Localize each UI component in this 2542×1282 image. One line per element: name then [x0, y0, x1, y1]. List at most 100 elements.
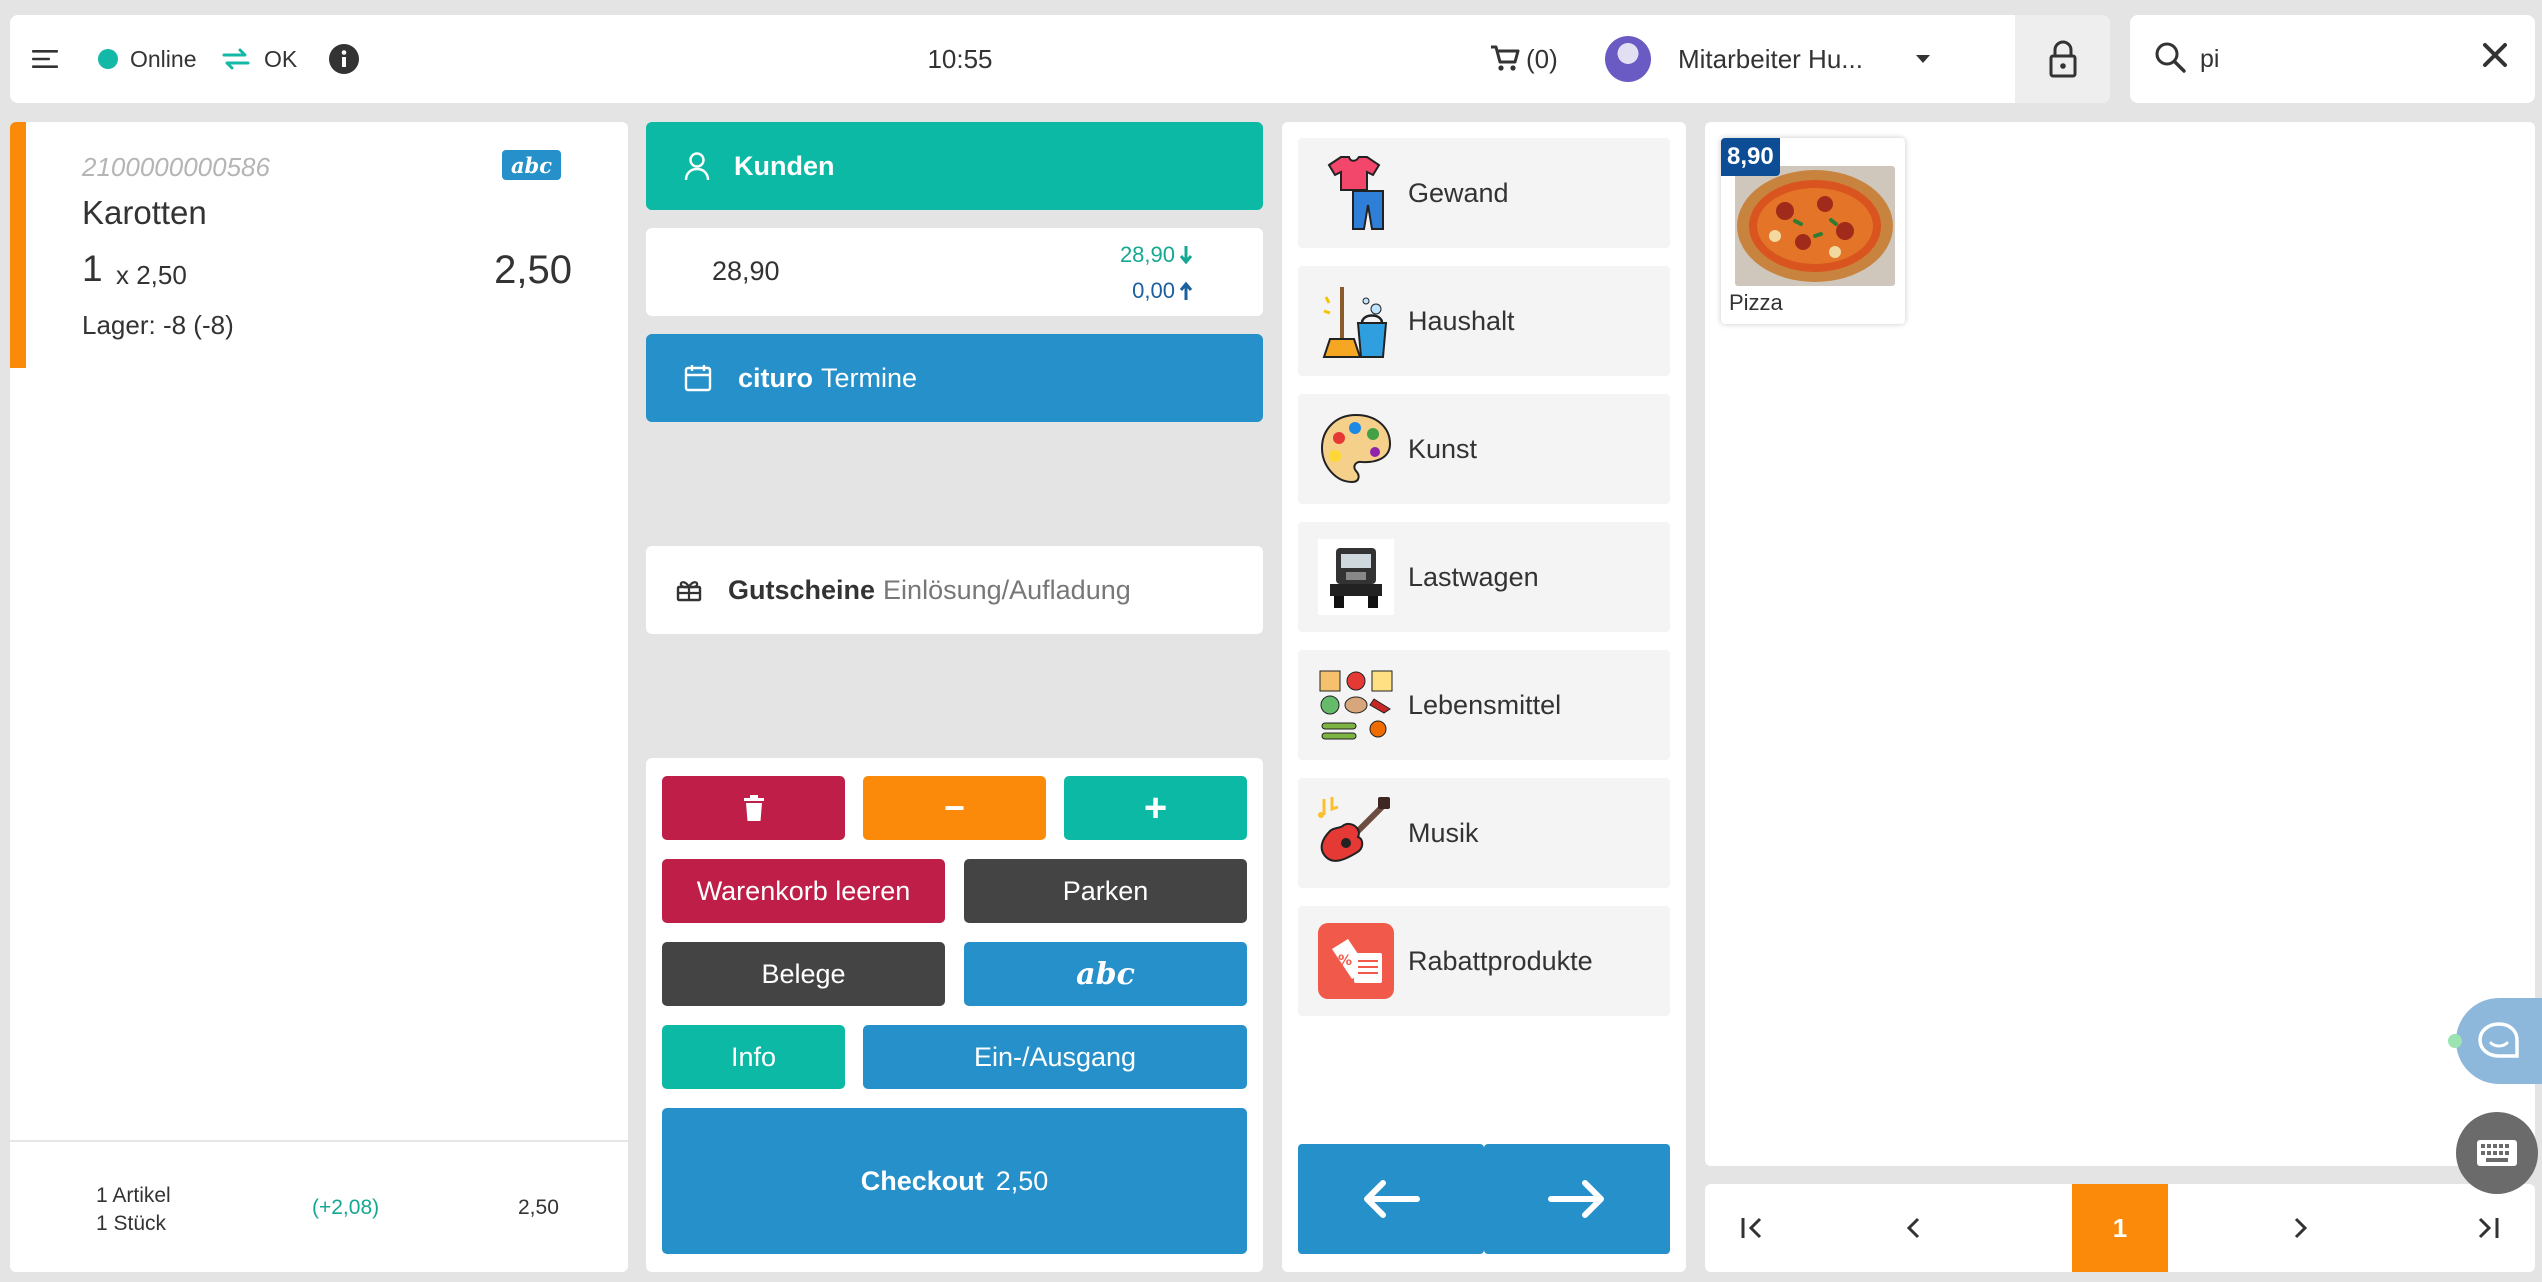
- chevron-left-icon: [1906, 1217, 1920, 1239]
- item-name: Karotten: [82, 194, 207, 231]
- cart-indicator[interactable]: (0): [1490, 15, 1558, 103]
- truck-icon: [1318, 539, 1394, 615]
- caret-down-icon[interactable]: [1915, 15, 1931, 103]
- chat-button[interactable]: [2456, 998, 2542, 1084]
- item-total: 2,50: [494, 248, 572, 292]
- avatar[interactable]: [1605, 36, 1651, 82]
- search-icon: [2154, 41, 2186, 78]
- arrow-up-icon: [1179, 281, 1193, 300]
- vouchers-label: Gutscheine: [728, 574, 876, 605]
- cash-in-out-button[interactable]: Ein-/Ausgang: [863, 1025, 1247, 1089]
- balance-out: 0,00: [1132, 278, 1193, 304]
- online-status: Online: [98, 15, 196, 103]
- last-page-icon: [2478, 1217, 2499, 1239]
- category-gewand[interactable]: Gewand: [1298, 138, 1670, 248]
- category-rabattprodukte[interactable]: % Rabattprodukte: [1298, 906, 1670, 1016]
- category-lebensmittel[interactable]: Lebensmittel: [1298, 650, 1670, 760]
- chat-status-dot: [2448, 1034, 2462, 1048]
- balance-out-value: 0,00: [1132, 278, 1175, 303]
- arrow-down-icon: [1179, 246, 1193, 265]
- summary-profit: (+2,08): [312, 1196, 380, 1219]
- discount-icon: %: [1318, 923, 1394, 999]
- abc-button[interactable]: abc: [964, 942, 1247, 1006]
- item-barcode: 2100000000586: [82, 152, 270, 182]
- vouchers-sublabel: Einlösung/Aufladung: [883, 574, 1131, 605]
- product-grid: 8,90 Pizza: [1705, 122, 2535, 1166]
- category-panel: Gewand Haushalt Kunst Lastwagen Lebensmi…: [1282, 122, 1686, 1272]
- arrow-left-icon: [1364, 1180, 1420, 1218]
- receipts-button[interactable]: Belege: [662, 942, 945, 1006]
- category-label: Rabattprodukte: [1408, 945, 1593, 976]
- chat-icon: [2478, 1022, 2519, 1058]
- gift-icon: [676, 578, 702, 602]
- person-icon: [684, 151, 710, 181]
- keyboard-button[interactable]: [2456, 1112, 2538, 1194]
- clear-search-icon[interactable]: [2481, 41, 2509, 74]
- action-panel: − + Warenkorb leeren Parken Belege abc I…: [646, 758, 1263, 1272]
- first-page-button[interactable]: [1705, 1184, 1801, 1272]
- balance-in: 28,90: [1120, 242, 1193, 268]
- menu-icon[interactable]: [32, 15, 58, 103]
- category-haushalt[interactable]: Haushalt: [1298, 266, 1670, 376]
- pizza-image: [1735, 166, 1895, 286]
- last-page-button[interactable]: [2439, 1184, 2535, 1272]
- sync-label: OK: [264, 45, 298, 72]
- palette-icon: [1318, 411, 1394, 487]
- balance-amount: 28,90: [712, 256, 780, 286]
- category-lastwagen[interactable]: Lastwagen: [1298, 522, 1670, 632]
- calendar-icon: [684, 364, 712, 392]
- current-page[interactable]: 1: [2072, 1184, 2168, 1272]
- balance-box[interactable]: 28,90 28,90 0,00: [646, 228, 1263, 316]
- summary-total: 2,50: [518, 1196, 559, 1219]
- groceries-icon: [1318, 667, 1394, 743]
- guitar-icon: [1318, 795, 1394, 871]
- park-button[interactable]: Parken: [964, 859, 1247, 923]
- item-quantity: 1: [82, 248, 103, 289]
- cart-summary: 1 Artikel 1 Stück (+2,08) 2,50: [10, 1140, 628, 1272]
- pagination: 1: [1705, 1184, 2535, 1272]
- summary-pieces: 1 Stück: [96, 1212, 167, 1235]
- item-stock: Lager: -8 (-8): [82, 310, 234, 340]
- next-page-button[interactable]: [2253, 1184, 2349, 1272]
- product-tile[interactable]: 8,90 Pizza: [1721, 138, 1905, 324]
- info-button[interactable]: Info: [662, 1025, 845, 1089]
- appointments-button[interactable]: cituro Termine: [646, 334, 1263, 422]
- checkout-button[interactable]: Checkout 2,50: [662, 1108, 1247, 1254]
- clear-cart-button[interactable]: Warenkorb leeren: [662, 859, 945, 923]
- user-name[interactable]: Mitarbeiter Hu...: [1678, 15, 1863, 103]
- clock: 10:55: [927, 43, 993, 74]
- info-icon[interactable]: [328, 15, 360, 103]
- checkout-amount: 2,50: [995, 1165, 1049, 1196]
- arrow-right-icon: [1548, 1180, 1604, 1218]
- category-kunst[interactable]: Kunst: [1298, 394, 1670, 504]
- increase-quantity-button[interactable]: +: [1064, 776, 1247, 840]
- summary-counts: 1 Artikel 1 Stück: [96, 1182, 171, 1238]
- search-input[interactable]: [2200, 44, 2470, 74]
- category-musik[interactable]: Musik: [1298, 778, 1670, 888]
- decrease-quantity-button[interactable]: −: [863, 776, 1046, 840]
- summary-articles: 1 Artikel: [96, 1184, 171, 1207]
- search-bar: [2130, 15, 2535, 103]
- cleaning-icon: [1318, 283, 1394, 359]
- category-label: Lebensmittel: [1408, 689, 1562, 720]
- cart-count: (0): [1526, 43, 1558, 74]
- category-prev-button[interactable]: [1298, 1144, 1484, 1254]
- sync-arrows-icon: [222, 48, 250, 70]
- category-label: Musik: [1408, 817, 1479, 848]
- prev-page-button[interactable]: [1865, 1184, 1961, 1272]
- category-label: Haushalt: [1408, 305, 1515, 336]
- svg-text:%: %: [1338, 953, 1352, 969]
- item-unit-price: x 2,50: [116, 260, 187, 290]
- category-label: Gewand: [1408, 177, 1509, 208]
- lock-button[interactable]: [2015, 15, 2110, 103]
- sync-status[interactable]: OK: [222, 15, 297, 103]
- online-label: Online: [130, 45, 197, 72]
- delete-item-button[interactable]: [662, 776, 845, 840]
- customers-label: Kunden: [734, 150, 835, 181]
- customers-button[interactable]: Kunden: [646, 122, 1263, 210]
- chevron-right-icon: [2294, 1217, 2308, 1239]
- vouchers-button[interactable]: Gutscheine Einlösung/Aufladung: [646, 546, 1263, 634]
- abc-badge: abc: [502, 150, 561, 180]
- lock-icon: [2049, 40, 2076, 78]
- category-next-button[interactable]: [1484, 1144, 1670, 1254]
